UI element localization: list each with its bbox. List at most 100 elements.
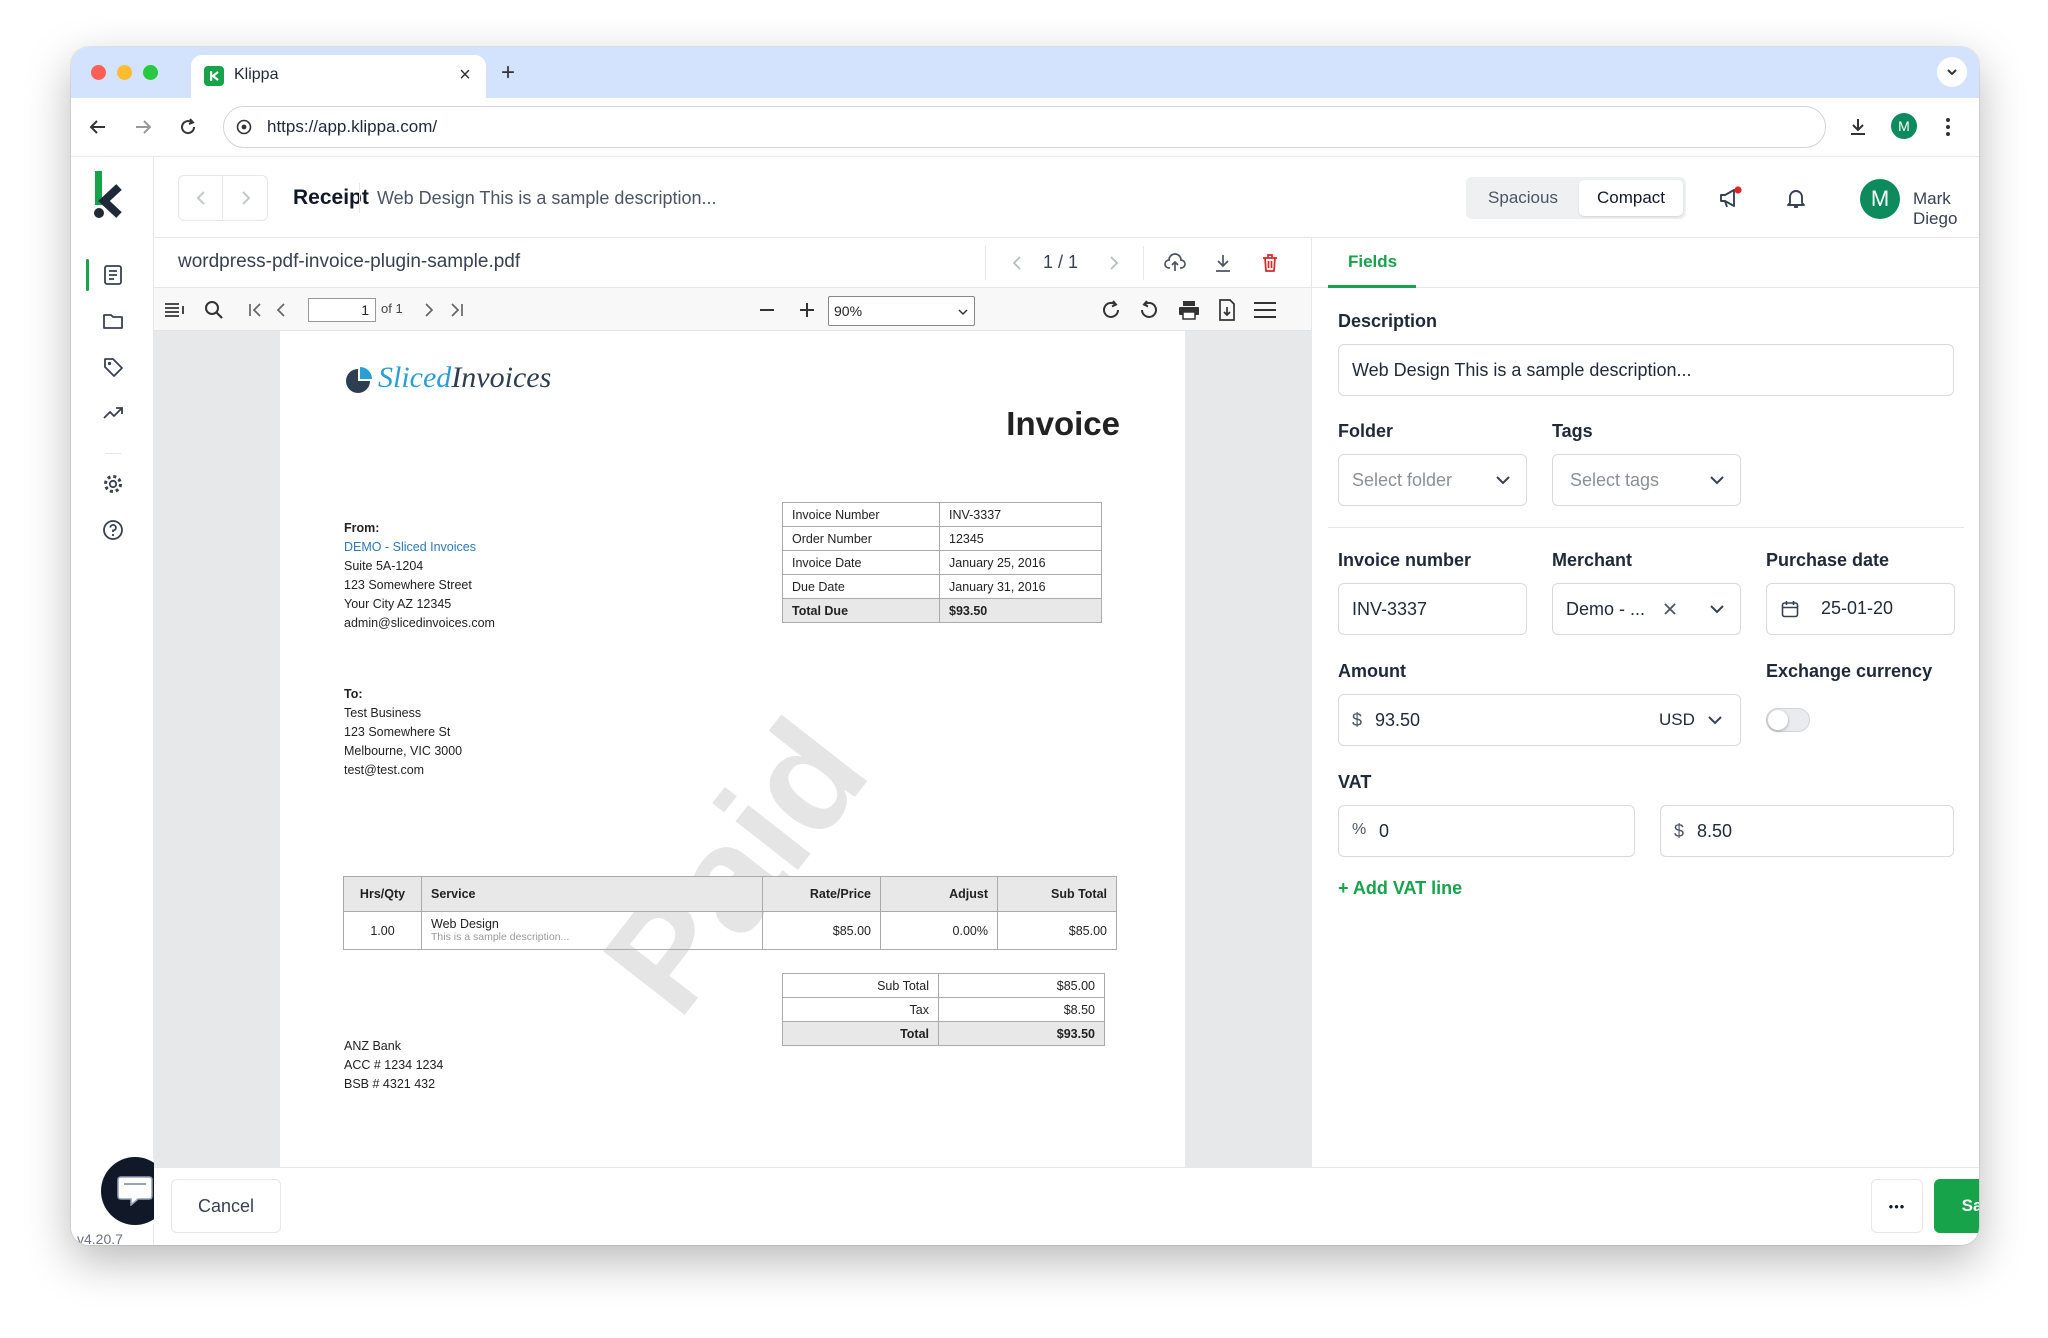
sidebar-toggle-icon[interactable] [162,297,188,323]
close-window-button[interactable] [91,65,106,80]
reload-icon[interactable] [173,112,203,142]
tab-strip: Klippa × + [71,47,1979,98]
merchant-select[interactable]: Demo - ... [1552,583,1741,635]
vat-percent-input[interactable]: % 0 [1338,805,1635,857]
downloads-icon[interactable] [1841,110,1875,144]
site-info-icon[interactable] [234,117,254,137]
amount-input[interactable]: $ 93.50 USD [1338,694,1741,746]
trend-icon[interactable] [99,399,127,427]
print-icon[interactable] [1176,297,1202,323]
to-line: Melbourne, VIC 3000 [344,744,463,758]
next-page-icon[interactable] [1102,251,1126,275]
meta-row: Due Date January 31, 2016 [782,574,1102,599]
density-toggle: Spacious Compact [1466,177,1686,219]
from-block: From: DEMO - Sliced Invoices Suite 5A-12… [344,519,495,633]
tags-placeholder: Select tags [1570,469,1660,490]
exchange-currency-toggle[interactable] [1766,708,1810,732]
sliced-invoices-logo: SlicedInvoices [378,361,551,395]
tab-search-chevron-icon[interactable] [1937,57,1967,87]
klippa-logo-icon[interactable] [93,169,129,221]
header-divider [359,183,360,213]
zoom-select[interactable]: 90% [828,296,975,326]
first-page-icon[interactable] [244,299,266,321]
user-avatar[interactable]: M [1860,179,1900,219]
tags-select[interactable]: Select tags [1552,454,1741,506]
pdf-prev-page-icon[interactable] [270,299,292,321]
profile-avatar[interactable]: M [1891,113,1917,139]
cancel-button[interactable]: Cancel [171,1179,281,1233]
browser-tab[interactable]: Klippa × [191,55,486,98]
tag-icon[interactable] [99,353,127,381]
from-line: Your City AZ 12345 [344,597,452,611]
tab-title: Klippa [234,66,279,83]
line-items-table: Hrs/Qty Service Rate/Price Adjust Sub To… [343,876,1117,950]
save-pdf-icon[interactable] [1214,297,1240,323]
page-number-input[interactable]: 1 [308,298,376,322]
delete-icon[interactable] [1257,250,1283,276]
folder-icon[interactable] [99,307,127,335]
zoom-out-icon[interactable] [756,299,778,321]
forward-icon[interactable] [128,112,158,142]
previous-page-icon[interactable] [1005,251,1029,275]
browser-menu-icon[interactable] [1933,110,1963,144]
meta-key: Invoice Number [782,502,940,527]
items-header: Adjust [880,876,998,912]
user-name[interactable]: Mark Diego [1913,189,1979,229]
meta-key: Invoice Date [782,550,940,575]
upload-icon[interactable] [1162,250,1188,276]
last-page-icon[interactable] [446,299,468,321]
tab-fields[interactable]: Fields [1328,238,1416,288]
help-icon[interactable] [99,516,127,544]
pdf-tools-menu-icon[interactable] [1251,297,1279,323]
close-tab-icon[interactable]: × [453,63,477,87]
notifications-bell-icon[interactable] [1779,181,1813,215]
item-subtotal: $85.00 [997,911,1117,950]
settings-icon[interactable] [99,470,127,498]
back-icon[interactable] [83,112,113,142]
rotate-counterclockwise-icon[interactable] [1136,297,1162,323]
next-record-icon[interactable] [224,176,267,219]
density-spacious-button[interactable]: Spacious [1469,180,1577,216]
from-company-link[interactable]: DEMO - Sliced Invoices [344,538,495,557]
save-button[interactable]: Save [1934,1179,1979,1233]
vat-amount-input[interactable]: $ 8.50 [1660,805,1954,857]
to-line: 123 Somewhere St [344,725,451,739]
more-actions-button[interactable]: ••• [1871,1179,1923,1233]
download-icon[interactable] [1210,250,1236,276]
zoom-in-icon[interactable] [796,299,818,321]
logo-word-sliced: Sliced [378,361,452,394]
new-tab-icon[interactable]: + [494,59,522,87]
bank-line: BSB # 4321 432 [344,1077,436,1091]
calendar-icon [1780,599,1800,619]
currency-select[interactable]: USD [1659,710,1695,730]
rotate-clockwise-icon[interactable] [1098,297,1124,323]
pdf-next-page-icon[interactable] [418,299,440,321]
totals-value: $85.00 [938,973,1105,998]
from-line: admin@slicedinvoices.com [344,616,495,630]
invoice-number-input[interactable]: INV-3337 [1338,583,1527,635]
document-type: Receipt [293,186,369,209]
announcements-icon[interactable] [1714,181,1748,215]
zoom-window-button[interactable] [143,65,158,80]
receipt-icon[interactable] [99,261,127,289]
toggle-knob [1768,710,1788,730]
add-vat-line-button[interactable]: + Add VAT line [1338,878,1462,899]
address-bar[interactable]: https://app.klippa.com/ [223,106,1826,148]
meta-value: January 25, 2016 [939,550,1102,575]
pdf-search-icon[interactable] [201,297,227,323]
item-rate: $85.00 [762,911,881,950]
folder-select[interactable]: Select folder [1338,454,1527,506]
minimize-window-button[interactable] [117,65,132,80]
logo-word-invoices: Invoices [451,361,552,394]
purchase-date-input[interactable]: 25-01-20 [1766,583,1955,635]
panel-divider [1328,527,1964,528]
merchant-value: Demo - ... [1566,598,1646,619]
merchant-clear-icon[interactable] [1661,600,1679,618]
description-input[interactable]: Web Design This is a sample description.… [1338,344,1954,396]
docbar-divider-2 [1143,246,1144,280]
density-compact-button[interactable]: Compact [1579,180,1683,216]
currency-chevron-icon[interactable] [1707,713,1723,727]
zoom-value: 90% [834,303,863,319]
previous-record-icon[interactable] [179,176,223,219]
pdf-viewer[interactable]: Paid SlicedInvoices Invoice Invoice Numb… [154,331,1311,1167]
